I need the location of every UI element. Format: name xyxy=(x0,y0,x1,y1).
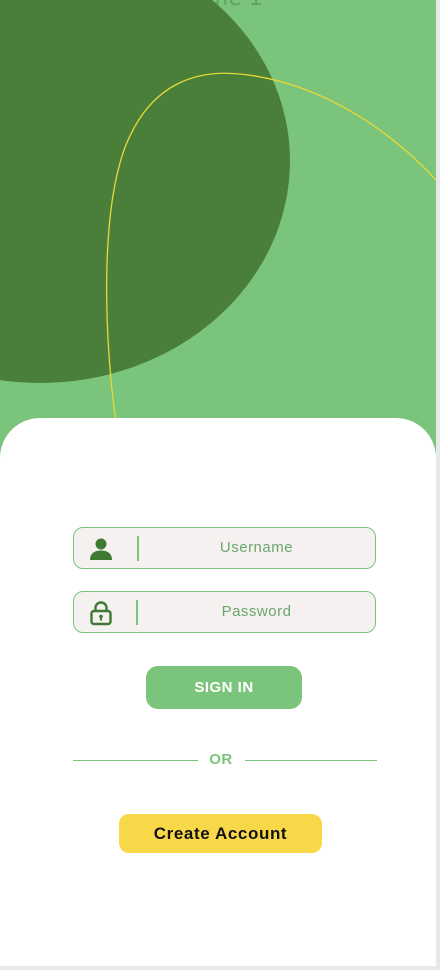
create-account-button[interactable]: Create Account xyxy=(119,814,322,853)
login-screen: Frame 1 Username Password SIGN IN OR Cre… xyxy=(0,0,436,966)
username-field[interactable]: Username xyxy=(73,527,376,569)
user-icon xyxy=(90,538,112,560)
or-divider-right xyxy=(245,760,377,761)
or-divider-left xyxy=(73,760,198,761)
or-label: OR xyxy=(209,751,233,768)
sign-in-button[interactable]: SIGN IN xyxy=(146,666,302,709)
password-field[interactable]: Password xyxy=(73,591,376,633)
password-input[interactable]: Password xyxy=(138,592,375,632)
decorative-curve xyxy=(106,72,436,433)
lock-icon xyxy=(90,601,112,626)
username-input[interactable]: Username xyxy=(138,528,375,568)
